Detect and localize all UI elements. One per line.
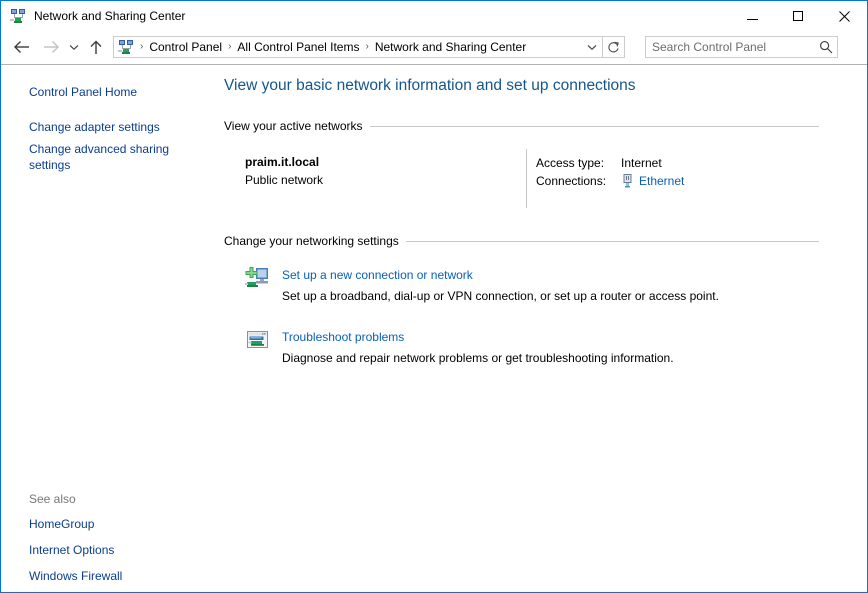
window-title: Network and Sharing Center (34, 9, 186, 23)
set-up-new-connection-link[interactable]: Set up a new connection or network (282, 267, 473, 284)
recent-locations-button[interactable] (65, 35, 83, 59)
chevron-down-icon (69, 44, 79, 50)
maximize-button[interactable] (775, 1, 821, 31)
access-type-row: Access type: Internet (536, 154, 684, 172)
title-bar: Network and Sharing Center (1, 1, 867, 31)
main-panel: View your basic network information and … (214, 65, 867, 592)
minimize-button[interactable] (729, 1, 775, 31)
see-also-label: See also (29, 492, 76, 506)
sidebar-item-homegroup[interactable]: HomeGroup (1, 516, 204, 532)
vertical-divider (526, 149, 527, 208)
back-button[interactable] (10, 35, 34, 59)
minimize-icon (746, 19, 758, 20)
troubleshoot-problems-link[interactable]: Troubleshoot problems (282, 329, 404, 346)
sidebar-item-change-advanced-sharing-settings[interactable]: Change advanced sharing settings (1, 141, 204, 173)
ethernet-icon (621, 174, 634, 188)
forward-arrow-icon (44, 41, 59, 53)
close-icon (838, 10, 850, 22)
up-button[interactable] (85, 35, 107, 59)
troubleshoot-icon (245, 328, 270, 353)
window-controls (729, 1, 867, 31)
back-arrow-icon (14, 41, 29, 53)
sidebar: Control Panel Home Change adapter settin… (1, 65, 214, 592)
search-icon[interactable] (815, 40, 837, 54)
breadcrumb-item-network-and-sharing-center[interactable]: Network and Sharing Center (373, 38, 528, 56)
active-networks-section-header: View your active networks (224, 118, 819, 134)
connections-row: Connections: Ethernet (536, 172, 684, 190)
network-icon (10, 8, 26, 24)
active-networks-section-title: View your active networks (224, 119, 363, 133)
maximize-icon (793, 11, 803, 21)
sidebar-item-internet-options[interactable]: Internet Options (1, 542, 204, 558)
network-type: Public network (245, 173, 324, 187)
breadcrumb-separator: › (140, 41, 144, 52)
section-divider (369, 125, 819, 127)
search-input[interactable] (646, 38, 815, 56)
network-sharing-center-window: Network and Sharing Center › Control Pan… (0, 0, 868, 593)
new-connection-icon (245, 266, 270, 291)
setting-texts: Set up a new connection or network Set u… (282, 265, 719, 306)
section-divider (405, 240, 819, 242)
forward-button[interactable] (39, 35, 63, 59)
up-arrow-icon (90, 40, 102, 54)
setting-texts: Troubleshoot problems Diagnose and repai… (282, 327, 674, 368)
access-type-value: Internet (621, 156, 662, 170)
sidebar-item-windows-firewall[interactable]: Windows Firewall (1, 568, 204, 584)
network-icon (118, 39, 134, 55)
breadcrumb-item-all-control-panel-items[interactable]: All Control Panel Items (235, 38, 361, 56)
setting-item-new-connection: Set up a new connection or network Set u… (224, 265, 820, 306)
address-bar: › Control Panel › All Control Panel Item… (1, 31, 867, 63)
content-area: Control Panel Home Change adapter settin… (1, 65, 867, 592)
active-network-entry: praim.it.local Public network Access typ… (224, 149, 819, 211)
network-details: Access type: Internet Connections: Ether… (536, 154, 684, 190)
breadcrumb-separator: › (365, 41, 369, 52)
close-button[interactable] (821, 1, 867, 31)
troubleshoot-problems-description: Diagnose and repair network problems or … (282, 351, 674, 365)
breadcrumb-item-control-panel[interactable]: Control Panel (147, 38, 224, 56)
page-title: View your basic network information and … (224, 77, 636, 94)
breadcrumb-dropdown-button[interactable] (582, 37, 602, 57)
sidebar-item-change-adapter-settings[interactable]: Change adapter settings (1, 119, 204, 135)
access-type-label: Access type: (536, 156, 605, 170)
refresh-button[interactable] (603, 36, 625, 58)
chevron-down-icon (587, 44, 597, 50)
networking-settings-section-title: Change your networking settings (224, 234, 399, 248)
see-also-section: See also HomeGroup Internet Options Wind… (1, 491, 214, 592)
network-identity: praim.it.local Public network (245, 154, 323, 189)
breadcrumb[interactable]: › Control Panel › All Control Panel Item… (113, 36, 603, 58)
connections-label: Connections: (536, 174, 607, 188)
setting-item-troubleshoot: Troubleshoot problems Diagnose and repai… (224, 327, 820, 368)
ethernet-connection-link[interactable]: Ethernet (639, 172, 684, 190)
set-up-new-connection-description: Set up a broadband, dial-up or VPN conne… (282, 289, 719, 303)
search-box[interactable] (645, 36, 838, 58)
networking-settings-section-header: Change your networking settings (224, 233, 819, 249)
sidebar-item-control-panel-home[interactable]: Control Panel Home (1, 84, 204, 100)
network-name: praim.it.local (245, 155, 320, 169)
breadcrumb-separator: › (228, 41, 232, 52)
refresh-icon (608, 41, 619, 52)
